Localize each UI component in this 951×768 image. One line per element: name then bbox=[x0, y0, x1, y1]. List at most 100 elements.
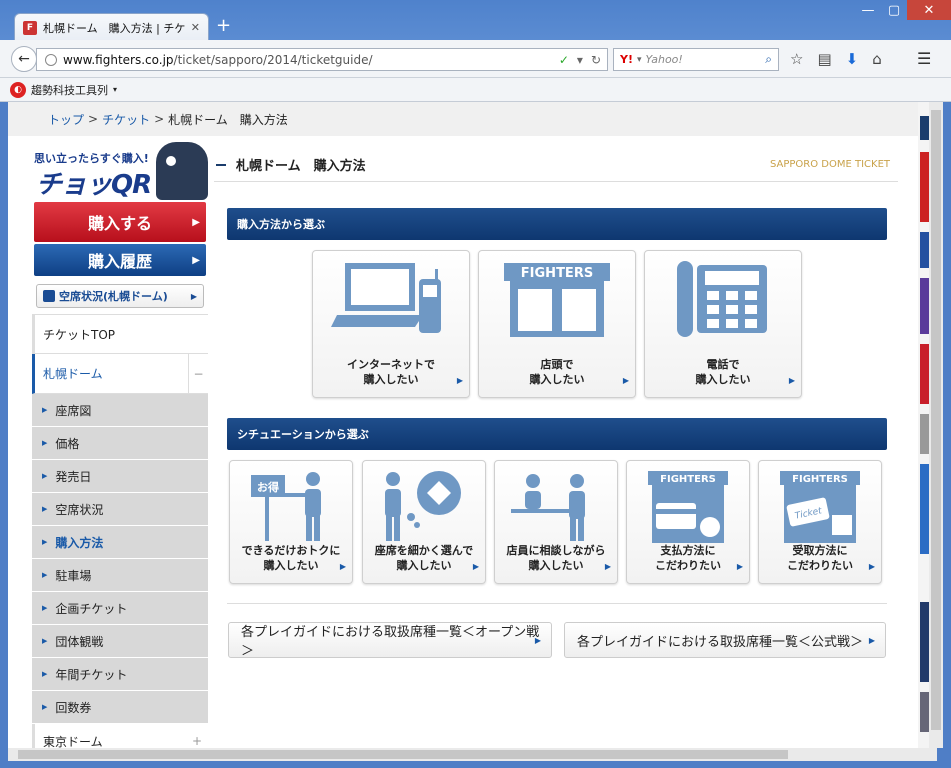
buy-button[interactable]: 購入する ▶ bbox=[34, 202, 206, 242]
reload-icon[interactable]: ↻ bbox=[591, 53, 601, 67]
collapse-icon[interactable]: − bbox=[188, 354, 208, 394]
sidebar-section-tokyo[interactable]: 東京ドーム + bbox=[32, 724, 208, 748]
page-title-en: SAPPORO DOME TICKET bbox=[769, 159, 890, 170]
security-check-icon[interactable]: ✓ bbox=[559, 53, 569, 67]
triangle-icon: ▶ bbox=[42, 703, 48, 711]
situation-receive-card[interactable]: FIGHTERS Ticket 受取方法に こだわりたい ▶ bbox=[758, 460, 882, 584]
sidebar-item-price[interactable]: ▶ 価格 bbox=[32, 427, 208, 460]
sidebar-item-special-tickets[interactable]: ▶ 企画チケット bbox=[32, 592, 208, 625]
arrow-right-icon: ▶ bbox=[736, 562, 743, 571]
triangle-icon: ▶ bbox=[42, 505, 48, 513]
yahoo-logo-icon[interactable]: Y! bbox=[620, 53, 633, 66]
close-window-button[interactable]: ✕ bbox=[907, 0, 951, 20]
breadcrumb-top[interactable]: トップ bbox=[48, 111, 84, 128]
bookmark-dropdown-icon[interactable]: ▾ bbox=[113, 85, 117, 94]
arrow-right-icon: ▶ bbox=[192, 254, 200, 266]
card-label: できるだけおトクに 購入したい bbox=[230, 543, 352, 573]
card-label-line1: インターネットで bbox=[347, 358, 435, 371]
breadcrumb: トップ > チケット > 札幌ドーム 購入方法 bbox=[8, 102, 918, 136]
bargain-sign-person-icon: お得 bbox=[251, 472, 321, 541]
expand-icon[interactable]: + bbox=[192, 734, 202, 748]
dropdown-icon[interactable]: ▾ bbox=[577, 53, 583, 67]
situation-seat-card[interactable]: 座席を細かく選んで 購入したい ▶ bbox=[362, 460, 486, 584]
availability-button[interactable]: 空席状況(札幌ドーム) ▶ bbox=[36, 284, 204, 308]
breadcrumb-separator: > bbox=[88, 112, 99, 126]
menu-icon[interactable]: ☰ bbox=[917, 49, 931, 68]
vertical-scrollbar[interactable] bbox=[929, 102, 943, 748]
situation-payment-card[interactable]: FIGHTERS 支払方法に こだわりたい ▶ bbox=[626, 460, 750, 584]
arrow-right-icon: ▶ bbox=[456, 376, 463, 385]
search-icon[interactable]: ⌕ bbox=[765, 52, 772, 67]
sidebar-item-ticket-top[interactable]: チケットTOP bbox=[32, 314, 208, 354]
bookmark-star-icon[interactable]: ☆ bbox=[790, 50, 803, 68]
sidebar-item-coupon[interactable]: ▶ 回数券 bbox=[32, 691, 208, 724]
trend-micro-icon: ◐ bbox=[10, 81, 26, 98]
sidebar-item-parking[interactable]: ▶ 駐車場 bbox=[32, 559, 208, 592]
url-bar[interactable]: www.fighters.co.jp/ticket/sapporo/2014/t… bbox=[36, 48, 608, 71]
search-bar[interactable]: Y! ▾ Yahoo! ⌕ bbox=[613, 48, 779, 71]
url-text[interactable]: www.fighters.co.jp/ticket/sapporo/2014/t… bbox=[63, 53, 553, 67]
main-content: 札幌ドーム 購入方法 SAPPORO DOME TICKET 購入方法から選ぶ … bbox=[214, 136, 898, 748]
reading-list-icon[interactable]: ▤ bbox=[817, 50, 831, 68]
minimize-button[interactable]: — bbox=[855, 0, 881, 20]
sidebar-item-season-ticket[interactable]: ▶ 年間チケット bbox=[32, 658, 208, 691]
store-icon: FIGHTERS bbox=[504, 263, 610, 337]
triangle-icon: ▶ bbox=[42, 637, 48, 645]
sidebar-item-availability[interactable]: ▶ 空席状況 bbox=[32, 493, 208, 526]
card-label-line1: 受取方法に bbox=[792, 544, 848, 557]
sidebar-item-label: 空席状況 bbox=[55, 502, 104, 517]
purchase-history-button[interactable]: 購入履歴 ▶ bbox=[34, 244, 206, 276]
qr-banner[interactable]: 思い立ったらすぐ購入! チョッQR bbox=[32, 140, 208, 200]
card-label: 座席を細かく選んで 購入したい bbox=[363, 543, 485, 573]
thinking-stadium-icon bbox=[385, 471, 461, 541]
card-label-line1: 座席を細かく選んで bbox=[374, 544, 474, 557]
sidebar-item-how-to-buy[interactable]: ▶ 購入方法 bbox=[32, 526, 208, 559]
bookmark-trendmicro[interactable]: 趨勢科技工具列 bbox=[31, 82, 108, 98]
back-button[interactable]: ← bbox=[11, 46, 37, 72]
card-label-line2: 購入したい bbox=[396, 559, 452, 572]
engine-dropdown-icon[interactable]: ▾ bbox=[637, 55, 642, 65]
method-internet-card[interactable]: インターネットで 購入したい ▶ bbox=[312, 250, 470, 398]
sidebar: 思い立ったらすぐ購入! チョッQR 購入する ▶ 購入履歴 ▶ 空席状況(札幌ド… bbox=[32, 136, 208, 748]
triangle-icon: ▶ bbox=[42, 406, 48, 414]
scrollbar-thumb[interactable] bbox=[931, 110, 941, 730]
card-label-line1: 店頭で bbox=[540, 358, 574, 371]
card-label-line1: 店員に相談しながら bbox=[506, 544, 606, 557]
sidebar-nav: チケットTOP 札幌ドーム − ▶ 座席図 ▶ 価格 ▶ 発売日 ▶ 空席状況 ▶ 購入方… bbox=[32, 314, 208, 748]
scrollbar-thumb[interactable] bbox=[18, 750, 788, 759]
horizontal-scrollbar[interactable] bbox=[8, 748, 937, 761]
availability-label: 空席状況(札幌ドーム) bbox=[59, 290, 168, 303]
maximize-button[interactable]: ▢ bbox=[881, 0, 907, 20]
home-icon[interactable]: ⌂ bbox=[872, 50, 882, 68]
situation-bargain-card[interactable]: お得 できるだけおトクに 購入したい ▶ bbox=[229, 460, 353, 584]
url-path: /ticket/sapporo/2014/ticketguide/ bbox=[173, 52, 373, 67]
staff-consult-icon bbox=[511, 474, 585, 541]
arrow-right-icon: ▶ bbox=[868, 636, 875, 645]
section-label: 札幌ドーム bbox=[43, 367, 103, 381]
card-label-line2: 購入したい bbox=[263, 559, 319, 572]
playguide-open-game-link[interactable]: 各プレイガイドにおける取扱席種一覧＜オープン戦＞ ▶ bbox=[228, 622, 552, 659]
browser-tab[interactable]: F 札幌ドーム 購入方法 | チケ... ✕ bbox=[14, 13, 209, 41]
buy-label: 購入する bbox=[87, 214, 152, 233]
bargain-tag: お得 bbox=[257, 480, 279, 494]
page-title: 札幌ドーム 購入方法 bbox=[236, 159, 366, 174]
sidebar-item-seat-map[interactable]: ▶ 座席図 bbox=[32, 394, 208, 427]
sidebar-item-group[interactable]: ▶ 団体観戦 bbox=[32, 625, 208, 658]
fighters-favicon-icon: F bbox=[23, 20, 37, 35]
new-tab-button[interactable]: + bbox=[216, 16, 231, 36]
download-icon[interactable]: ⬇ bbox=[846, 50, 859, 68]
payment-store-icon: FIGHTERS bbox=[648, 471, 728, 543]
method-phone-card[interactable]: 電話で 購入したい ▶ bbox=[644, 250, 802, 398]
close-tab-icon[interactable]: ✕ bbox=[191, 21, 200, 34]
method-store-card[interactable]: FIGHTERS 店頭で 購入したい ▶ bbox=[478, 250, 636, 398]
section-by-method: 購入方法から選ぶ bbox=[227, 208, 887, 240]
breadcrumb-ticket[interactable]: チケット bbox=[102, 111, 150, 128]
playguide-official-game-link[interactable]: 各プレイガイドにおける取扱席種一覧＜公式戦＞ ▶ bbox=[564, 622, 886, 658]
sidebar-item-label: 年間チケット bbox=[55, 667, 128, 682]
situation-consult-card[interactable]: 店員に相談しながら 購入したい ▶ bbox=[494, 460, 618, 584]
sidebar-section-sapporo[interactable]: 札幌ドーム − bbox=[32, 354, 208, 394]
url-host: www.fighters.co.jp bbox=[63, 52, 174, 67]
card-label: 店頭で 購入したい bbox=[479, 357, 635, 387]
sidebar-item-release-date[interactable]: ▶ 発売日 bbox=[32, 460, 208, 493]
card-label: 電話で 購入したい bbox=[645, 357, 801, 387]
